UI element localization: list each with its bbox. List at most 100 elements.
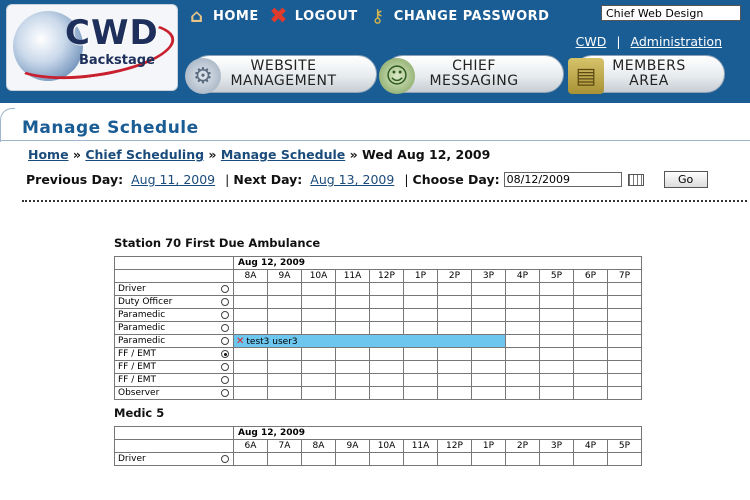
time-slot[interactable] (335, 321, 370, 335)
time-slot[interactable] (267, 373, 302, 387)
tab-members-area[interactable]: ▤ MEMBERS AREA (568, 55, 725, 94)
time-slot[interactable] (471, 347, 506, 361)
time-slot[interactable] (335, 452, 370, 466)
time-slot[interactable] (607, 360, 642, 374)
time-slot[interactable] (403, 308, 438, 322)
time-slot[interactable] (505, 321, 540, 335)
time-slot[interactable] (573, 308, 608, 322)
tab-chief-messaging[interactable]: ☺ CHIEF MESSAGING (379, 55, 564, 94)
time-slot[interactable] (539, 373, 574, 387)
time-slot[interactable] (335, 308, 370, 322)
time-slot[interactable] (233, 295, 268, 309)
time-slot[interactable] (267, 308, 302, 322)
time-slot[interactable] (471, 295, 506, 309)
time-slot[interactable] (369, 386, 404, 400)
time-slot[interactable] (335, 373, 370, 387)
next-day-link[interactable]: Aug 13, 2009 (310, 172, 394, 187)
time-slot[interactable] (471, 360, 506, 374)
time-slot[interactable] (539, 347, 574, 361)
time-slot[interactable] (369, 347, 404, 361)
time-slot[interactable] (267, 347, 302, 361)
time-slot[interactable] (335, 360, 370, 374)
time-slot[interactable] (607, 334, 642, 348)
time-slot[interactable] (539, 360, 574, 374)
time-slot[interactable] (267, 282, 302, 296)
breadcrumb-chief-scheduling[interactable]: Chief Scheduling (85, 147, 204, 162)
time-slot[interactable] (573, 347, 608, 361)
time-slot[interactable] (573, 282, 608, 296)
cwd-logo[interactable]: CWD Backstage (6, 4, 178, 91)
time-slot[interactable] (539, 386, 574, 400)
time-slot[interactable] (267, 386, 302, 400)
time-slot[interactable] (573, 360, 608, 374)
time-slot[interactable] (233, 321, 268, 335)
time-slot[interactable] (233, 347, 268, 361)
position-radio[interactable] (220, 310, 229, 319)
time-slot[interactable] (233, 373, 268, 387)
time-slot[interactable] (403, 295, 438, 309)
time-slot[interactable] (573, 334, 608, 348)
time-slot[interactable] (301, 347, 336, 361)
time-slot[interactable] (607, 347, 642, 361)
time-slot[interactable] (471, 386, 506, 400)
time-slot[interactable] (369, 452, 404, 466)
position-radio[interactable] (220, 362, 229, 371)
time-slot[interactable] (437, 452, 472, 466)
time-slot[interactable] (505, 334, 540, 348)
time-slot[interactable] (437, 360, 472, 374)
time-slot[interactable] (403, 360, 438, 374)
time-slot[interactable] (539, 321, 574, 335)
shift-booking[interactable]: ✕ test3 user3 (233, 334, 506, 348)
time-slot[interactable] (607, 386, 642, 400)
time-slot[interactable] (471, 308, 506, 322)
time-slot[interactable] (403, 347, 438, 361)
time-slot[interactable] (539, 308, 574, 322)
position-radio[interactable] (220, 454, 229, 463)
time-slot[interactable] (233, 360, 268, 374)
time-slot[interactable] (267, 321, 302, 335)
time-slot[interactable] (301, 308, 336, 322)
time-slot[interactable] (539, 452, 574, 466)
time-slot[interactable] (471, 282, 506, 296)
time-slot[interactable] (301, 386, 336, 400)
tab-website-management[interactable]: ⚙ WEBSITE MANAGEMENT (185, 55, 377, 94)
time-slot[interactable] (301, 373, 336, 387)
time-slot[interactable] (335, 386, 370, 400)
time-slot[interactable] (539, 282, 574, 296)
position-radio[interactable] (220, 388, 229, 397)
time-slot[interactable] (403, 386, 438, 400)
position-radio[interactable] (220, 375, 229, 384)
breadcrumb-manage-schedule[interactable]: Manage Schedule (221, 147, 345, 162)
time-slot[interactable] (301, 321, 336, 335)
time-slot[interactable] (369, 295, 404, 309)
time-slot[interactable] (573, 321, 608, 335)
time-slot[interactable] (573, 373, 608, 387)
time-slot[interactable] (505, 373, 540, 387)
time-slot[interactable] (335, 347, 370, 361)
time-slot[interactable] (607, 452, 642, 466)
position-radio[interactable] (220, 349, 229, 358)
site-name-field[interactable]: Chief Web Design (601, 5, 741, 21)
time-slot[interactable] (573, 452, 608, 466)
position-radio[interactable] (220, 297, 229, 306)
logout-link[interactable]: ✖ LOGOUT (267, 4, 358, 29)
time-slot[interactable] (607, 295, 642, 309)
time-slot[interactable] (301, 295, 336, 309)
time-slot[interactable] (505, 295, 540, 309)
position-radio[interactable] (220, 284, 229, 293)
time-slot[interactable] (471, 452, 506, 466)
time-slot[interactable] (437, 282, 472, 296)
time-slot[interactable] (607, 308, 642, 322)
cwd-link[interactable]: CWD (576, 34, 607, 49)
breadcrumb-home[interactable]: Home (28, 147, 69, 162)
time-slot[interactable] (233, 282, 268, 296)
time-slot[interactable] (505, 347, 540, 361)
time-slot[interactable] (437, 347, 472, 361)
home-link[interactable]: ⌂ HOME (185, 5, 259, 27)
position-radio[interactable] (220, 323, 229, 332)
time-slot[interactable] (505, 282, 540, 296)
administration-link[interactable]: Administration (631, 34, 722, 49)
time-slot[interactable] (403, 452, 438, 466)
delete-shift-icon[interactable]: ✕ (236, 336, 244, 347)
go-button[interactable]: Go (663, 171, 708, 188)
